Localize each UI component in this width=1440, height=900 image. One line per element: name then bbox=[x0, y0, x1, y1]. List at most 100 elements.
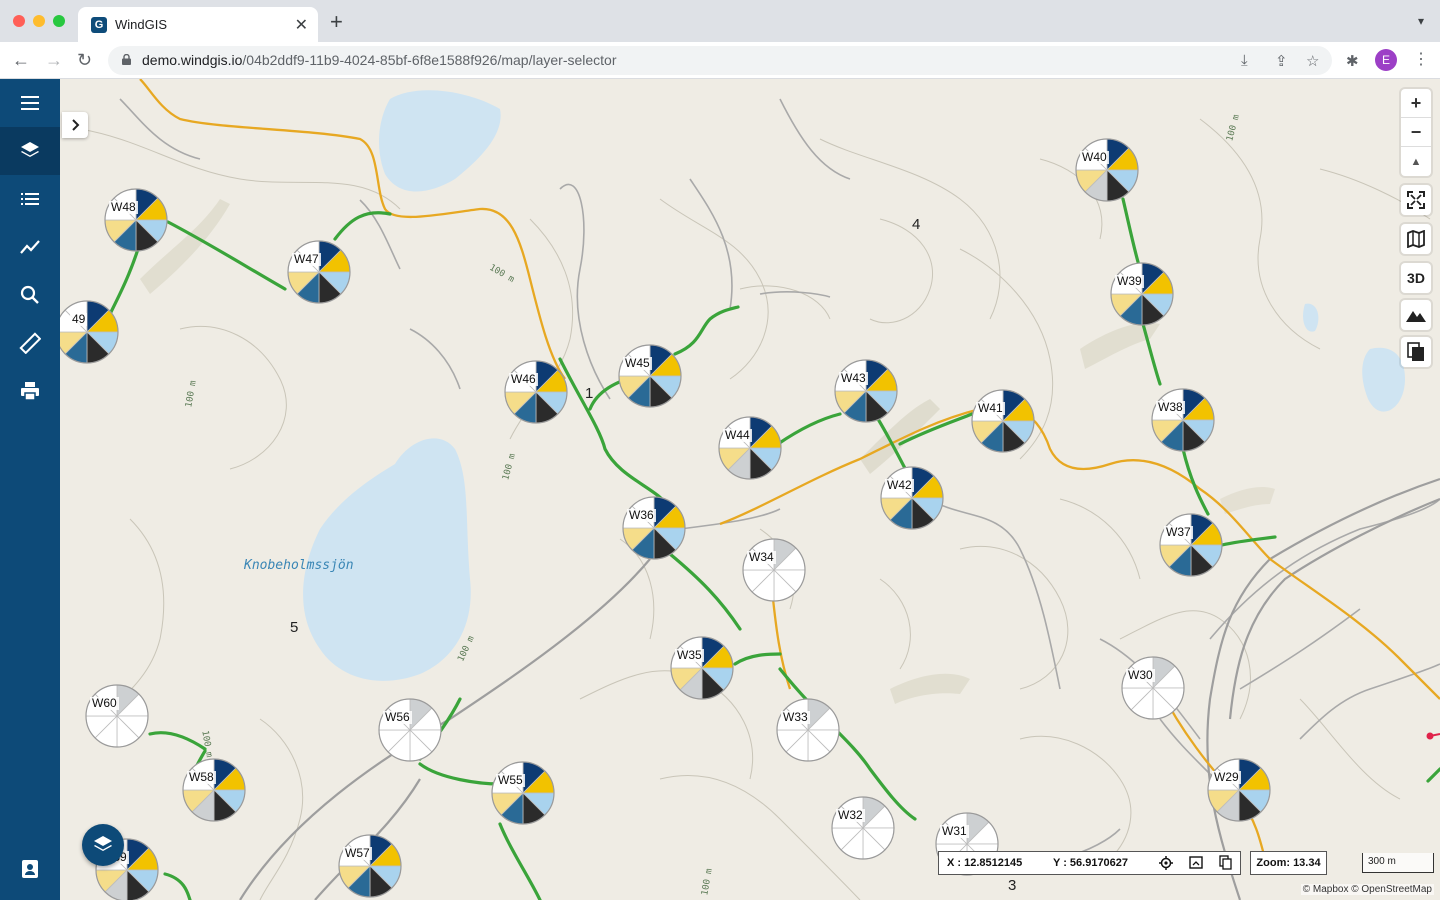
turbine-marker-w60[interactable]: W60 bbox=[84, 683, 150, 749]
turbine-label: W60 bbox=[90, 696, 119, 710]
copy-coordinates-icon[interactable] bbox=[1219, 855, 1232, 870]
share-icon[interactable]: ⇪ bbox=[1275, 52, 1288, 70]
minimize-window-button[interactable] bbox=[33, 15, 45, 27]
new-tab-button[interactable]: + bbox=[330, 11, 343, 33]
list-button[interactable] bbox=[0, 175, 60, 223]
mountain-icon bbox=[1406, 311, 1426, 322]
fullscreen-button[interactable] bbox=[1401, 185, 1431, 215]
contact-button[interactable] bbox=[0, 845, 60, 893]
turbine-label: W44 bbox=[723, 428, 752, 442]
compass-icon[interactable]: ▲ bbox=[1401, 147, 1431, 176]
turbine-marker-w46[interactable]: W46 bbox=[503, 359, 569, 425]
turbine-marker-w56[interactable]: W56 bbox=[377, 697, 443, 763]
locate-icon[interactable] bbox=[1159, 856, 1173, 870]
turbine-label: W29 bbox=[1212, 770, 1241, 784]
turbine-pie-icon bbox=[1121, 656, 1185, 720]
url-domain: demo.windgis.io bbox=[142, 52, 243, 68]
turbine-pie-icon bbox=[338, 834, 402, 898]
turbine-marker-49[interactable]: 49 bbox=[60, 299, 120, 365]
address-bar[interactable]: demo.windgis.io/04b2ddf9-11b9-4024-85bf-… bbox=[108, 46, 1332, 75]
basemap-button[interactable] bbox=[1401, 224, 1431, 254]
turbine-marker-w45[interactable]: W45 bbox=[617, 343, 683, 409]
zoom-in-button[interactable]: + bbox=[1401, 89, 1431, 118]
three-d-button[interactable]: 3D bbox=[1401, 263, 1431, 293]
turbine-marker-w33[interactable]: W33 bbox=[775, 697, 841, 763]
zoom-control-group: + − ▲ bbox=[1401, 89, 1431, 176]
copy-layers-button[interactable] bbox=[1401, 337, 1431, 367]
turbine-label: W36 bbox=[627, 508, 656, 522]
layers-icon bbox=[94, 836, 112, 851]
turbine-pie-icon bbox=[85, 684, 149, 748]
area-number-label: 1 bbox=[585, 385, 594, 402]
turbine-marker-w44[interactable]: W44 bbox=[717, 415, 783, 481]
turbine-label: W39 bbox=[1115, 274, 1144, 288]
forward-arrow-icon[interactable]: → bbox=[45, 49, 63, 71]
browser-tab[interactable]: G WindGIS ✕ bbox=[78, 7, 318, 42]
fullscreen-icon bbox=[1407, 191, 1425, 209]
turbine-marker-w34[interactable]: W34 bbox=[741, 537, 807, 603]
tab-close-icon[interactable]: ✕ bbox=[295, 15, 308, 35]
turbine-marker-w48[interactable]: W48 bbox=[103, 187, 169, 253]
turbine-marker-w30[interactable]: W30 bbox=[1120, 655, 1186, 721]
back-arrow-icon[interactable]: ← bbox=[12, 49, 30, 71]
area-number-label: 3 bbox=[1008, 877, 1017, 894]
turbine-marker-w42[interactable]: W42 bbox=[879, 465, 945, 531]
turbine-pie-icon bbox=[378, 698, 442, 762]
turbine-pie-icon bbox=[618, 344, 682, 408]
turbine-marker-w29[interactable]: W29 bbox=[1206, 757, 1272, 823]
print-button[interactable] bbox=[0, 367, 60, 415]
search-button[interactable] bbox=[0, 271, 60, 319]
menu-button[interactable] bbox=[0, 79, 60, 127]
extensions-puzzle-icon[interactable]: ✱ bbox=[1346, 52, 1359, 70]
turbine-marker-w57[interactable]: W57 bbox=[337, 833, 403, 899]
zoom-out-button[interactable]: − bbox=[1401, 118, 1431, 147]
coordinate-readout: X : 12.8512145 Y : 56.9170627 bbox=[938, 851, 1241, 875]
reload-icon[interactable]: ↻ bbox=[77, 49, 92, 71]
turbine-marker-w39[interactable]: W39 bbox=[1109, 261, 1175, 327]
turbine-pie-icon bbox=[287, 240, 351, 304]
turbine-pie-icon bbox=[60, 300, 119, 364]
turbine-marker-w35[interactable]: W35 bbox=[669, 635, 735, 701]
turbine-label: W48 bbox=[109, 200, 138, 214]
turbine-marker-w47[interactable]: W47 bbox=[286, 239, 352, 305]
turbine-label: 49 bbox=[70, 312, 88, 326]
turbine-label: W42 bbox=[885, 478, 914, 492]
turbine-pie-icon bbox=[776, 698, 840, 762]
install-app-icon[interactable]: ⤓ bbox=[1241, 52, 1248, 69]
layers-fab-button[interactable] bbox=[82, 824, 124, 866]
turbine-marker-w55[interactable]: W55 bbox=[490, 760, 556, 826]
turbine-marker-w40[interactable]: W40 bbox=[1074, 137, 1140, 203]
browser-toolbar: ← → ↻ demo.windgis.io/04b2ddf9-11b9-4024… bbox=[0, 42, 1440, 79]
maximize-window-button[interactable] bbox=[53, 15, 65, 27]
y-coordinate: Y : 56.9170627 bbox=[1053, 857, 1129, 869]
turbine-marker-w41[interactable]: W41 bbox=[970, 388, 1036, 454]
map-canvas[interactable]: Knobeholmssjön 4 5 1 3 100 m 100 m 100 m… bbox=[60, 79, 1440, 900]
x-coordinate: X : 12.8512145 bbox=[947, 857, 1023, 869]
turbine-marker-w58[interactable]: W58 bbox=[181, 757, 247, 823]
measure-button[interactable] bbox=[0, 319, 60, 367]
profile-avatar[interactable]: E bbox=[1375, 49, 1397, 71]
turbine-pie-icon bbox=[670, 636, 734, 700]
select-area-icon[interactable] bbox=[1189, 856, 1203, 869]
turbine-marker-w37[interactable]: W37 bbox=[1158, 512, 1224, 578]
map-attribution[interactable]: © Mapbox © OpenStreetMap bbox=[1300, 884, 1434, 895]
turbine-pie-icon bbox=[1207, 758, 1271, 822]
turbine-marker-w36[interactable]: W36 bbox=[621, 495, 687, 561]
lake-label: Knobeholmssjön bbox=[244, 558, 354, 573]
analytics-button[interactable] bbox=[0, 223, 60, 271]
terrain-button[interactable] bbox=[1401, 300, 1431, 330]
tab-search-chevron-icon[interactable]: ▾ bbox=[1418, 14, 1424, 28]
turbine-marker-w38[interactable]: W38 bbox=[1150, 387, 1216, 453]
close-window-button[interactable] bbox=[13, 15, 25, 27]
area-number-label: 5 bbox=[290, 619, 299, 636]
expand-panel-button[interactable] bbox=[62, 112, 88, 138]
layers-button[interactable] bbox=[0, 127, 60, 175]
turbine-marker-w43[interactable]: W43 bbox=[833, 358, 899, 424]
browser-menu-icon[interactable]: ⋮ bbox=[1413, 49, 1429, 69]
scale-bar: 300 m bbox=[1362, 853, 1434, 873]
turbine-pie-icon bbox=[491, 761, 555, 825]
bookmark-star-icon[interactable]: ☆ bbox=[1306, 52, 1319, 70]
turbine-label: W55 bbox=[496, 773, 525, 787]
turbine-marker-w32[interactable]: W32 bbox=[830, 795, 896, 861]
turbine-pie-icon bbox=[182, 758, 246, 822]
